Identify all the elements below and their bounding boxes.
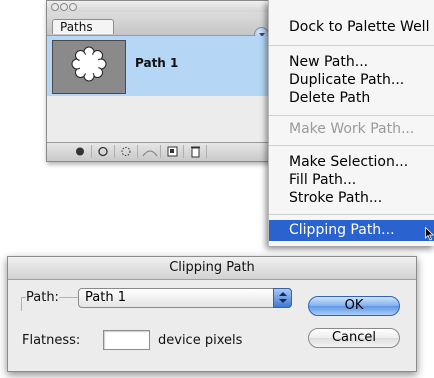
menu-separator (269, 214, 434, 215)
tab-paths[interactable]: Paths (52, 19, 114, 34)
make-work-path-icon (142, 150, 158, 157)
palette-tab-row: Paths (47, 12, 277, 42)
new-path-button[interactable] (161, 145, 184, 158)
mouse-cursor-icon (425, 227, 434, 241)
path-label: Path: (26, 290, 59, 305)
stroke-path-icon (98, 146, 108, 157)
load-selection-icon (121, 147, 131, 156)
palette-close-icon[interactable] (51, 3, 59, 11)
flatness-input[interactable] (103, 330, 150, 350)
palette-zoom-icon[interactable] (69, 3, 77, 11)
new-path-icon (167, 146, 178, 157)
paths-palette: Paths Path 1 (46, 0, 278, 162)
delete-path-icon (191, 146, 200, 158)
flatness-units-label: device pixels (158, 333, 243, 348)
flower-shape-icon (71, 46, 107, 82)
palette-footer (47, 142, 277, 161)
menu-item-delete-path[interactable]: Delete Path (269, 88, 434, 109)
stroke-path-button[interactable] (92, 145, 115, 158)
menu-separator (269, 145, 434, 146)
palette-flyout-menu: Dock to Palette Well New Path... Duplica… (268, 0, 434, 246)
make-work-path-button[interactable] (138, 145, 161, 158)
menu-item-make-work-path: Make Work Path... (289, 121, 415, 137)
load-selection-button[interactable] (115, 145, 138, 158)
menu-separator (269, 45, 434, 46)
path-list-item[interactable]: Path 1 (47, 36, 277, 96)
palette-titlebar[interactable] (47, 1, 277, 12)
path-name-label: Path 1 (135, 56, 179, 70)
delete-path-button[interactable] (184, 145, 207, 158)
clipping-path-dialog: Clipping Path Path: Path 1 Flatness: dev… (7, 256, 417, 372)
path-select[interactable]: Path 1 (78, 288, 292, 308)
fill-path-button[interactable] (69, 145, 92, 158)
menu-item-dock-to-palette-well[interactable]: Dock to Palette Well (269, 17, 434, 38)
path-thumbnail (52, 40, 126, 94)
groupbox-edge (21, 297, 22, 311)
palette-minimize-icon[interactable] (60, 3, 68, 11)
fill-path-icon (76, 147, 84, 156)
cancel-button[interactable]: Cancel (308, 328, 400, 348)
flatness-label: Flatness: (22, 333, 81, 348)
menu-separator (269, 115, 434, 116)
dialog-title: Clipping Path (8, 257, 416, 280)
menu-item-clipping-path[interactable]: Clipping Path... (269, 220, 434, 241)
path-select-value: Path 1 (85, 290, 126, 305)
menu-item-stroke-path[interactable]: Stroke Path... (269, 188, 434, 209)
ok-button[interactable]: OK (308, 296, 400, 316)
updown-arrows-icon[interactable] (273, 288, 292, 308)
